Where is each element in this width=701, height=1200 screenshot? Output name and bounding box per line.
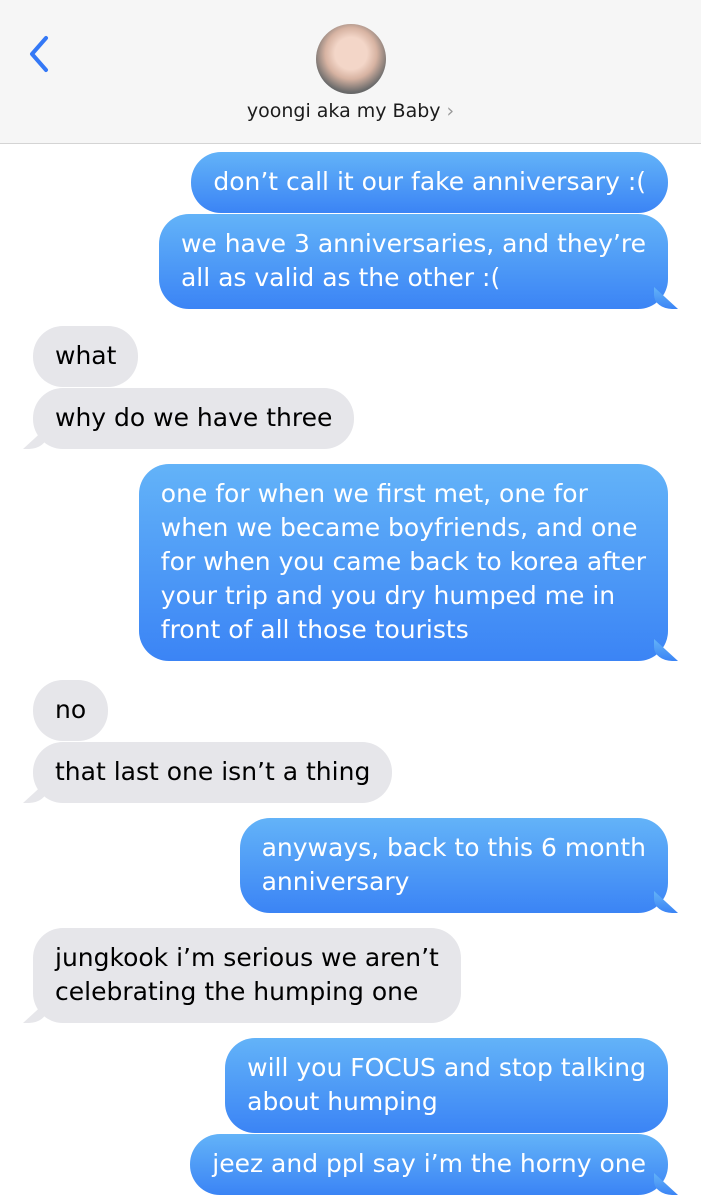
- message-bubble-sent[interactable]: we have 3 anniversaries, and they’re all…: [158, 214, 668, 309]
- message-text: one for when we first met, one for: [160, 479, 588, 508]
- message-bubble-received[interactable]: jungkook i’m serious we aren’t celebrati…: [33, 928, 461, 1023]
- message-text: jeez and ppl say i’m the horny one: [212, 1149, 646, 1178]
- message-text: about humping: [247, 1087, 438, 1116]
- message-text: celebrating the humping one: [55, 977, 419, 1006]
- contact-name: yoongi aka my Baby: [246, 100, 441, 122]
- message-bubble-received[interactable]: why do we have three: [33, 388, 355, 449]
- contact-name-button[interactable]: yoongi aka my Baby ›: [0, 100, 701, 122]
- message-text: what: [55, 341, 117, 370]
- chevron-left-icon[interactable]: [24, 34, 56, 74]
- message-bubble-sent[interactable]: one for when we first met, one for when …: [138, 464, 668, 661]
- message-text: front of all those tourists: [160, 615, 469, 644]
- message-text: no: [55, 695, 87, 724]
- message-text: that last one isn’t a thing: [55, 757, 371, 786]
- message-bubble-received[interactable]: no: [33, 680, 109, 741]
- message-bubble-received[interactable]: what: [33, 326, 139, 387]
- message-bubble-sent[interactable]: jeez and ppl say i’m the horny one: [190, 1134, 668, 1195]
- message-text: for when you came back to korea after: [160, 547, 646, 576]
- chevron-right-icon: ›: [446, 100, 455, 122]
- message-text: will you FOCUS and stop talking: [247, 1053, 646, 1082]
- message-text: don’t call it our fake anniversary :(: [213, 167, 646, 196]
- message-text: all as valid as the other :(: [180, 263, 501, 292]
- message-bubble-sent[interactable]: don’t call it our fake anniversary :(: [191, 152, 668, 213]
- message-text: why do we have three: [55, 403, 333, 432]
- message-text: anyways, back to this 6 month: [261, 833, 646, 862]
- message-text: we have 3 anniversaries, and they’re: [180, 229, 646, 258]
- message-bubble-received[interactable]: that last one isn’t a thing: [33, 742, 393, 803]
- message-text: anniversary: [261, 867, 410, 896]
- message-text: when we became boyfriends, and one: [160, 513, 638, 542]
- message-bubble-sent[interactable]: will you FOCUS and stop talking about hu…: [225, 1038, 668, 1133]
- contact-avatar[interactable]: [316, 24, 386, 94]
- message-text: jungkook i’m serious we aren’t: [55, 943, 439, 972]
- conversation-header: yoongi aka my Baby ›: [0, 0, 701, 144]
- message-bubble-sent[interactable]: anyways, back to this 6 month anniversar…: [239, 818, 668, 913]
- message-text: your trip and you dry humped me in: [160, 581, 616, 610]
